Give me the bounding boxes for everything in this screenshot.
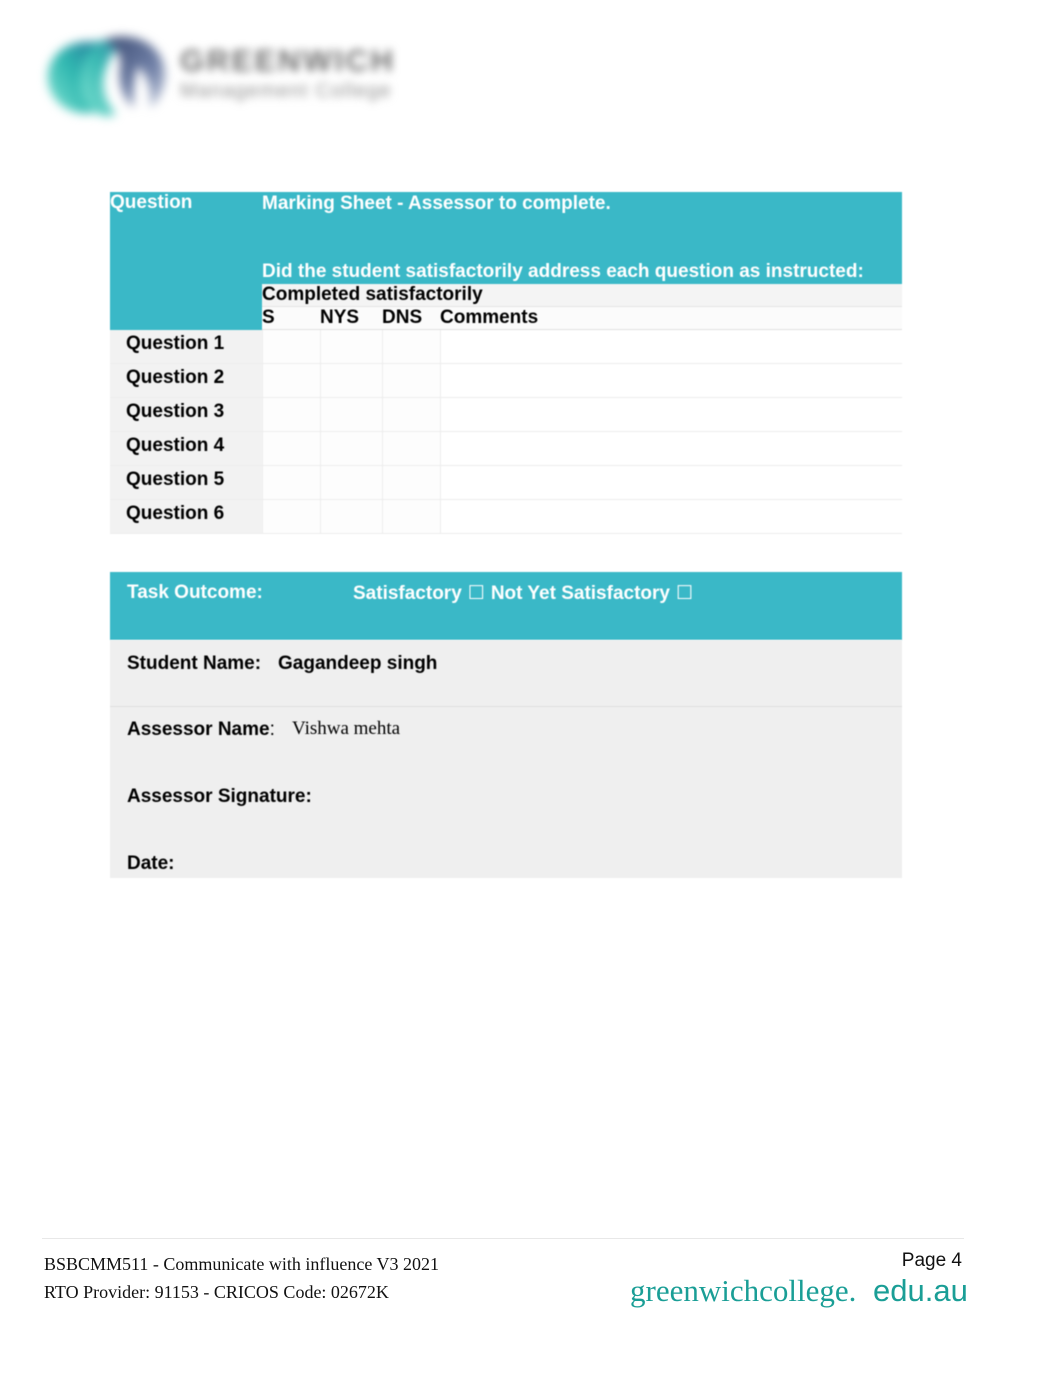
assessor-name-label: Assessor Name: bbox=[127, 719, 275, 741]
cell-question-5-s[interactable] bbox=[261, 465, 320, 500]
cell-question-3-comments[interactable] bbox=[439, 397, 902, 432]
wordmark-line-2: Management College bbox=[180, 80, 392, 102]
cell-question-4-comments[interactable] bbox=[439, 431, 902, 466]
document-page: GREENWICH Management College Question Ma… bbox=[0, 0, 1062, 1376]
cell-question-1-nys[interactable] bbox=[319, 329, 382, 364]
cell-question-3-dns[interactable] bbox=[381, 397, 440, 432]
header-question-cell: Question bbox=[110, 192, 262, 330]
cell-question-6-nys[interactable] bbox=[319, 499, 382, 534]
completed-satisfactorily-label: Completed satisfactorily bbox=[262, 284, 902, 307]
cell-question-2-s[interactable] bbox=[261, 363, 320, 398]
footer-brand-primary: greenwichcollege. bbox=[630, 1273, 857, 1308]
assessor-name-label-text: Assessor Name bbox=[127, 719, 270, 740]
cell-question-5-nys[interactable] bbox=[319, 465, 382, 500]
page-header: GREENWICH Management College bbox=[38, 14, 458, 134]
cell-question-6-s[interactable] bbox=[261, 499, 320, 534]
wordmark-line-1: GREENWICH bbox=[180, 43, 396, 78]
row-label-question-6: Question 6 bbox=[110, 499, 262, 534]
cell-question-4-s[interactable] bbox=[261, 431, 320, 466]
row-label-question-2: Question 2 bbox=[110, 363, 262, 398]
cell-question-5-dns[interactable] bbox=[381, 465, 440, 500]
cell-question-1-s[interactable] bbox=[261, 329, 320, 364]
cell-question-2-comments[interactable] bbox=[439, 363, 902, 398]
assessor-signature-label: Assessor Signature: bbox=[127, 786, 312, 807]
cell-question-6-comments[interactable] bbox=[439, 499, 902, 534]
cell-question-3-s[interactable] bbox=[261, 397, 320, 432]
header-main-cell: Marking Sheet - Assessor to complete. Di… bbox=[262, 192, 902, 284]
footer-divider bbox=[42, 1238, 964, 1239]
cell-question-1-dns[interactable] bbox=[381, 329, 440, 364]
greenwich-wordmark: GREENWICH Management College bbox=[180, 44, 460, 124]
table-row: Question 3 bbox=[110, 397, 902, 432]
cell-question-1-comments[interactable] bbox=[439, 329, 902, 364]
table-row: Question 4 bbox=[110, 431, 902, 466]
table-row: Question 5 bbox=[110, 465, 902, 500]
details-separator-1 bbox=[110, 706, 902, 707]
row-label-question-1: Question 1 bbox=[110, 329, 262, 364]
header-main-subtitle: Did the student satisfactorily address e… bbox=[262, 261, 864, 282]
cell-question-3-nys[interactable] bbox=[319, 397, 382, 432]
row-label-question-4: Question 4 bbox=[110, 431, 262, 466]
column-header-comments: Comments bbox=[440, 306, 902, 330]
cell-question-5-comments[interactable] bbox=[439, 465, 902, 500]
footer-brand-domain: edu.au bbox=[873, 1273, 968, 1308]
header-main-title: Marking Sheet - Assessor to complete. bbox=[262, 193, 611, 214]
table-row: Question 2 bbox=[110, 363, 902, 398]
cell-question-2-nys[interactable] bbox=[319, 363, 382, 398]
task-outcome-band: Task Outcome: Satisfactory ☐ Not Yet Satis… bbox=[110, 572, 902, 640]
column-header-nys: NYS bbox=[320, 306, 382, 330]
table-row: Question 1 bbox=[110, 329, 902, 364]
row-label-question-5: Question 5 bbox=[110, 465, 262, 500]
outcome-option-not-yet-satisfactory-label: Not Yet Satisfactory bbox=[490, 583, 670, 604]
row-label-question-3: Question 3 bbox=[110, 397, 262, 432]
assessor-name-value[interactable]: Vishwa mehta bbox=[292, 718, 400, 740]
cell-question-2-dns[interactable] bbox=[381, 363, 440, 398]
assessor-name-colon: : bbox=[269, 719, 275, 740]
date-label: Date: bbox=[127, 853, 175, 874]
assessment-details-block: Student Name: Gagandeep singh Assessor N… bbox=[110, 640, 902, 878]
footer-page-number: Page 4 bbox=[901, 1250, 962, 1271]
footer-rto-cricos: RTO Provider: 91153 - CRICOS Code: 02672… bbox=[44, 1282, 389, 1302]
table-row: Question 6 bbox=[110, 499, 902, 534]
footer-unit-code: BSBCMM511 - Communicate with influence V… bbox=[44, 1254, 439, 1274]
column-header-dns: DNS bbox=[382, 306, 440, 330]
outcome-checkbox-not-yet-satisfactory[interactable]: ☐ bbox=[670, 583, 699, 604]
cell-question-4-nys[interactable] bbox=[319, 431, 382, 466]
greenwich-gm-logo-icon bbox=[38, 22, 188, 130]
cell-question-4-dns[interactable] bbox=[381, 431, 440, 466]
column-header-s: S bbox=[262, 306, 320, 330]
task-outcome-label: Task Outcome: bbox=[127, 582, 263, 603]
table-header-row: Question Marking Sheet - Assessor to com… bbox=[110, 192, 902, 330]
outcome-option-satisfactory-label: Satisfactory bbox=[353, 583, 462, 604]
task-outcome-options: Satisfactory ☐ Not Yet Satisfactory ☐ bbox=[353, 582, 699, 605]
cell-question-6-dns[interactable] bbox=[381, 499, 440, 534]
student-name-label: Student Name: bbox=[127, 653, 262, 674]
outcome-checkbox-satisfactory[interactable]: ☐ bbox=[462, 583, 491, 604]
marking-sheet-table: Question Marking Sheet - Assessor to com… bbox=[110, 192, 902, 534]
student-name-value[interactable]: Gagandeep singh bbox=[278, 653, 437, 675]
